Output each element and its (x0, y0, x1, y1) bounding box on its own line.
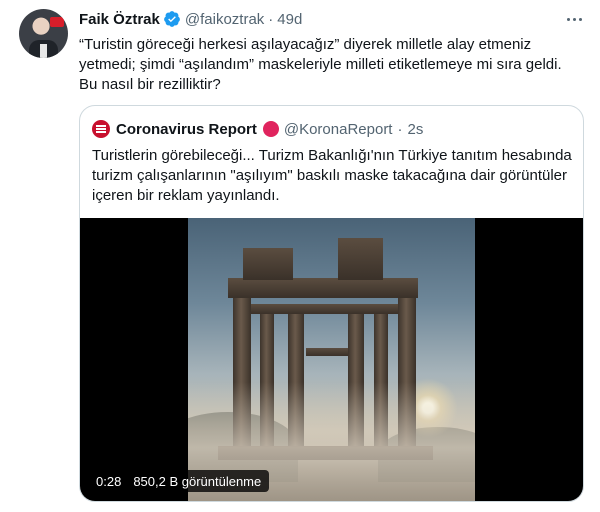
quoted-header: Coronavirus Report @KoronaReport · 2s (92, 119, 423, 139)
quoted-tweet[interactable]: Coronavirus Report @KoronaReport · 2s Tu… (79, 105, 584, 502)
author-handle[interactable]: @faikoztrak (185, 11, 264, 28)
author-avatar[interactable] (19, 9, 68, 58)
author-name[interactable]: Faik Öztrak (79, 11, 160, 28)
quoted-author-handle: @KoronaReport (283, 120, 393, 138)
tweet-header: Faik Öztrak @faikoztrak · 49d (79, 9, 302, 29)
red-circle-badge-icon (262, 121, 279, 137)
video-info-bar: 0:28 850,2 B görüntülenme (88, 470, 270, 492)
quoted-text: Turistlerin görebileceği... Turizm Bakan… (92, 147, 572, 204)
header-separator: · (268, 10, 274, 28)
video-duration: 0:28 (96, 473, 122, 489)
tweet-time[interactable]: 49d (277, 11, 302, 28)
more-icon[interactable] (564, 10, 584, 28)
avatar-flag-detail (50, 17, 64, 27)
video-view-count: 850,2 B görüntülenme (133, 473, 262, 489)
video-player[interactable]: 0:28 850,2 B görüntülenme (80, 218, 583, 501)
quoted-author-name: Coronavirus Report (116, 120, 257, 138)
verified-badge-icon (164, 11, 180, 27)
tweet-text: “Turistin göreceği herkesi aşılayacağız”… (79, 36, 562, 93)
quoted-separator: · (397, 120, 403, 138)
video-thumbnail (188, 218, 475, 501)
quoted-time: 2s (407, 120, 424, 138)
quoted-avatar (92, 120, 110, 138)
